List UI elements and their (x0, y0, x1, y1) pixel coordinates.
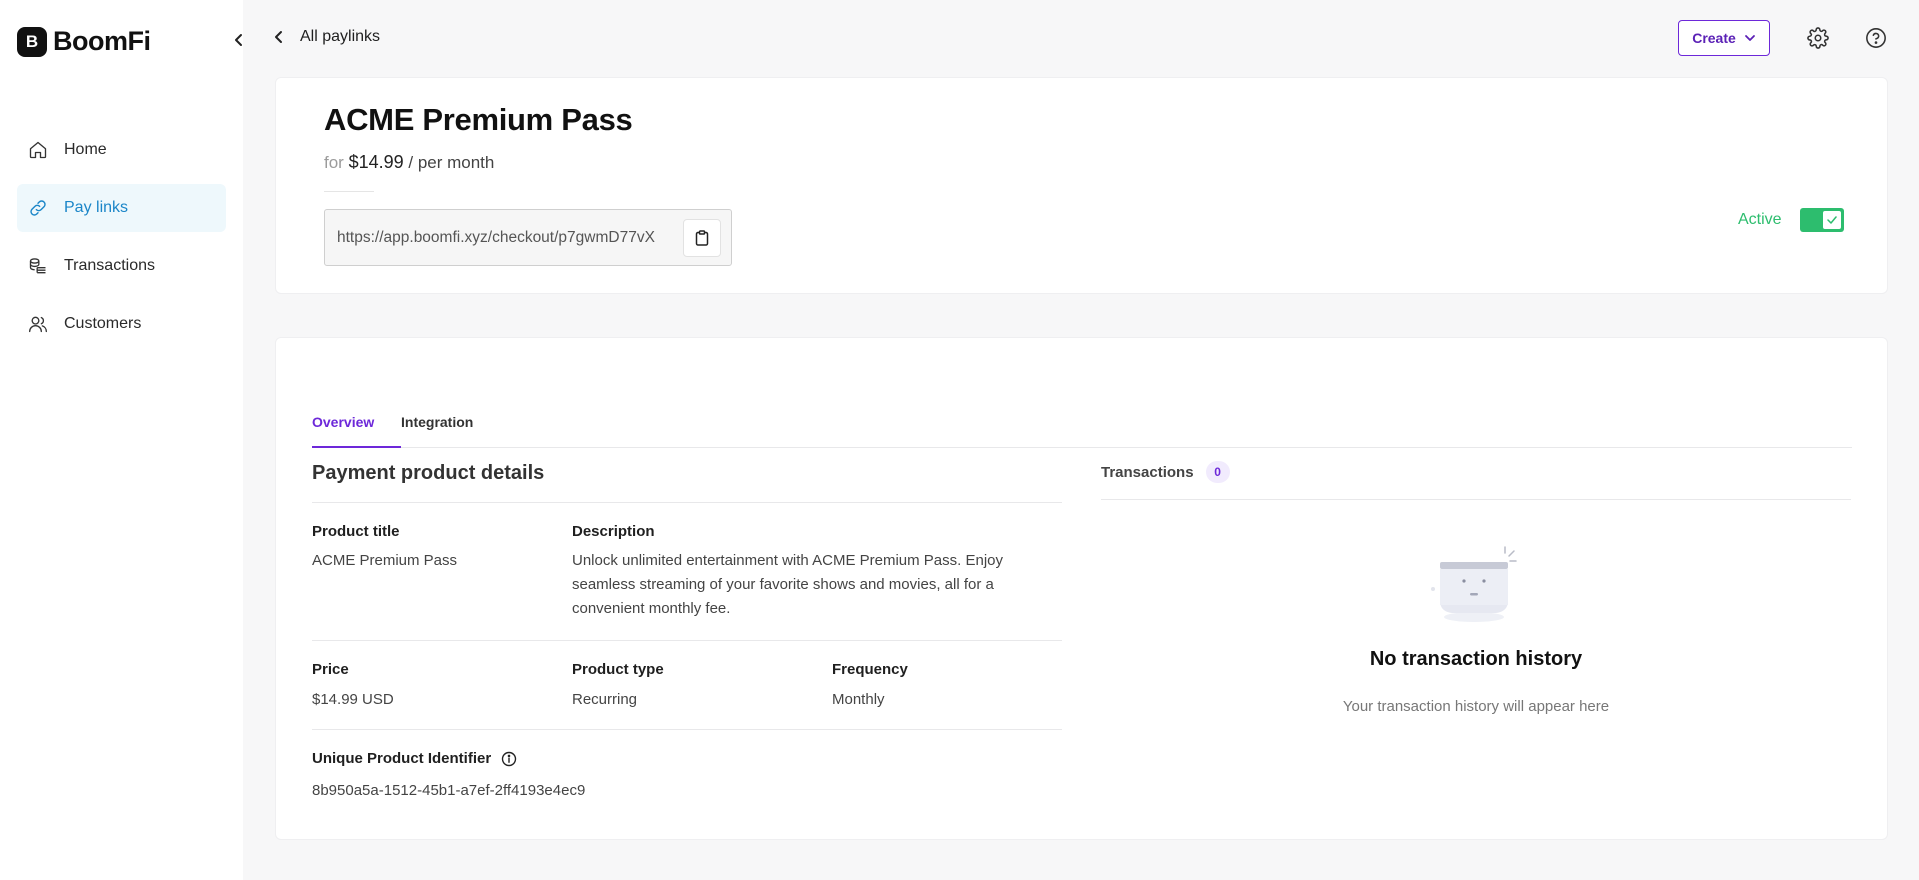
description-label: Description (572, 523, 655, 540)
chevron-left-icon (274, 30, 288, 44)
frequency-label: Frequency (832, 661, 908, 678)
section-title: Payment product details (312, 462, 545, 484)
page-title: ACME Premium Pass (324, 102, 633, 137)
paylink-header-card: ACME Premium Pass for $14.99 / per month… (275, 77, 1888, 294)
checkout-url-field[interactable]: https://app.boomfi.xyz/checkout/p7gwmD77… (324, 209, 732, 266)
price-amount: $14.99 (348, 152, 404, 172)
price-summary: for $14.99 / per month (324, 152, 494, 173)
empty-state-subtitle: Your transaction history will appear her… (1342, 698, 1610, 715)
create-label: Create (1692, 30, 1736, 46)
home-icon (27, 139, 49, 161)
product-title-value: ACME Premium Pass (312, 552, 458, 569)
help-button[interactable] (1864, 26, 1888, 50)
active-tab-indicator (312, 446, 401, 448)
sidebar-item-pay-links[interactable]: Pay links (17, 184, 226, 232)
empty-state-title: No transaction history (1369, 648, 1583, 670)
sidebar-item-customers[interactable]: Customers (17, 300, 226, 348)
back-to-paylinks-link[interactable]: All paylinks (274, 28, 380, 46)
info-icon[interactable] (501, 751, 517, 767)
description-value: Unlock unlimited entertainment with ACME… (572, 552, 1004, 617)
uid-label-row: Unique Product Identifier (312, 750, 517, 767)
sidebar-item-home[interactable]: Home (17, 126, 226, 174)
sidebar-nav: Home Pay links Transactions Customers (17, 126, 226, 358)
chevron-down-icon (1744, 34, 1756, 42)
settings-button[interactable] (1806, 26, 1830, 50)
sidebar-item-transactions[interactable]: Transactions (17, 242, 226, 290)
price-period: / per month (408, 153, 495, 172)
help-circle-icon (1866, 28, 1886, 48)
sidebar: B BoomFi Home Pay links Transactions Cus… (0, 0, 243, 880)
product-title-label: Product title (312, 523, 400, 540)
tab-overview[interactable]: Overview (312, 414, 374, 430)
active-toggle[interactable] (1799, 208, 1844, 232)
coins-icon (27, 255, 49, 277)
divider (312, 640, 1062, 641)
status-control: Active (1738, 208, 1844, 232)
users-icon (27, 313, 49, 335)
create-button[interactable]: Create (1678, 20, 1770, 56)
uid-label: Unique Product Identifier (312, 750, 492, 767)
tab-integration[interactable]: Integration (401, 414, 473, 430)
logo-mark: B (17, 26, 47, 57)
checkout-url[interactable]: https://app.boomfi.xyz/checkout/p7gwmD77… (337, 229, 677, 247)
divider (312, 729, 1062, 730)
gear-icon (1807, 27, 1829, 49)
price-value: $14.99 USD (312, 691, 394, 708)
back-label: All paylinks (300, 28, 381, 45)
price-prefix: for (324, 153, 344, 172)
transactions-count-badge: 0 (1205, 461, 1230, 483)
chevron-left-icon (235, 34, 242, 46)
paylink-detail-card: Overview Integration Payment product det… (275, 337, 1888, 840)
transactions-label: Transactions (1101, 463, 1194, 481)
product-type-value: Recurring (572, 691, 638, 708)
sidebar-item-label: Transactions (64, 257, 155, 274)
check-icon (1826, 216, 1837, 224)
empty-state-illustration (1431, 546, 1517, 622)
link-icon (27, 197, 49, 219)
sidebar-item-label: Home (64, 141, 107, 158)
collapse-sidebar-button[interactable] (229, 30, 249, 50)
tab-bar: Overview Integration (312, 376, 1852, 448)
frequency-value: Monthly (832, 691, 885, 708)
brand-name: BoomFi (53, 26, 151, 56)
price-label: Price (312, 661, 349, 678)
product-type-label: Product type (572, 661, 664, 678)
copy-url-button[interactable] (683, 219, 721, 257)
clipboard-icon (695, 230, 709, 246)
divider (1101, 499, 1851, 500)
sidebar-item-label: Pay links (64, 199, 129, 216)
brand-logo[interactable]: B BoomFi (17, 26, 151, 57)
transactions-header: Transactions 0 (1101, 461, 1230, 483)
status-label: Active (1738, 211, 1782, 228)
divider (312, 502, 1062, 503)
divider (324, 191, 374, 192)
toggle-knob (1822, 211, 1841, 229)
uid-value[interactable]: 8b950a5a-1512-45b1-a7ef-2ff4193e4ec9 (312, 779, 585, 803)
sidebar-item-label: Customers (64, 315, 142, 332)
